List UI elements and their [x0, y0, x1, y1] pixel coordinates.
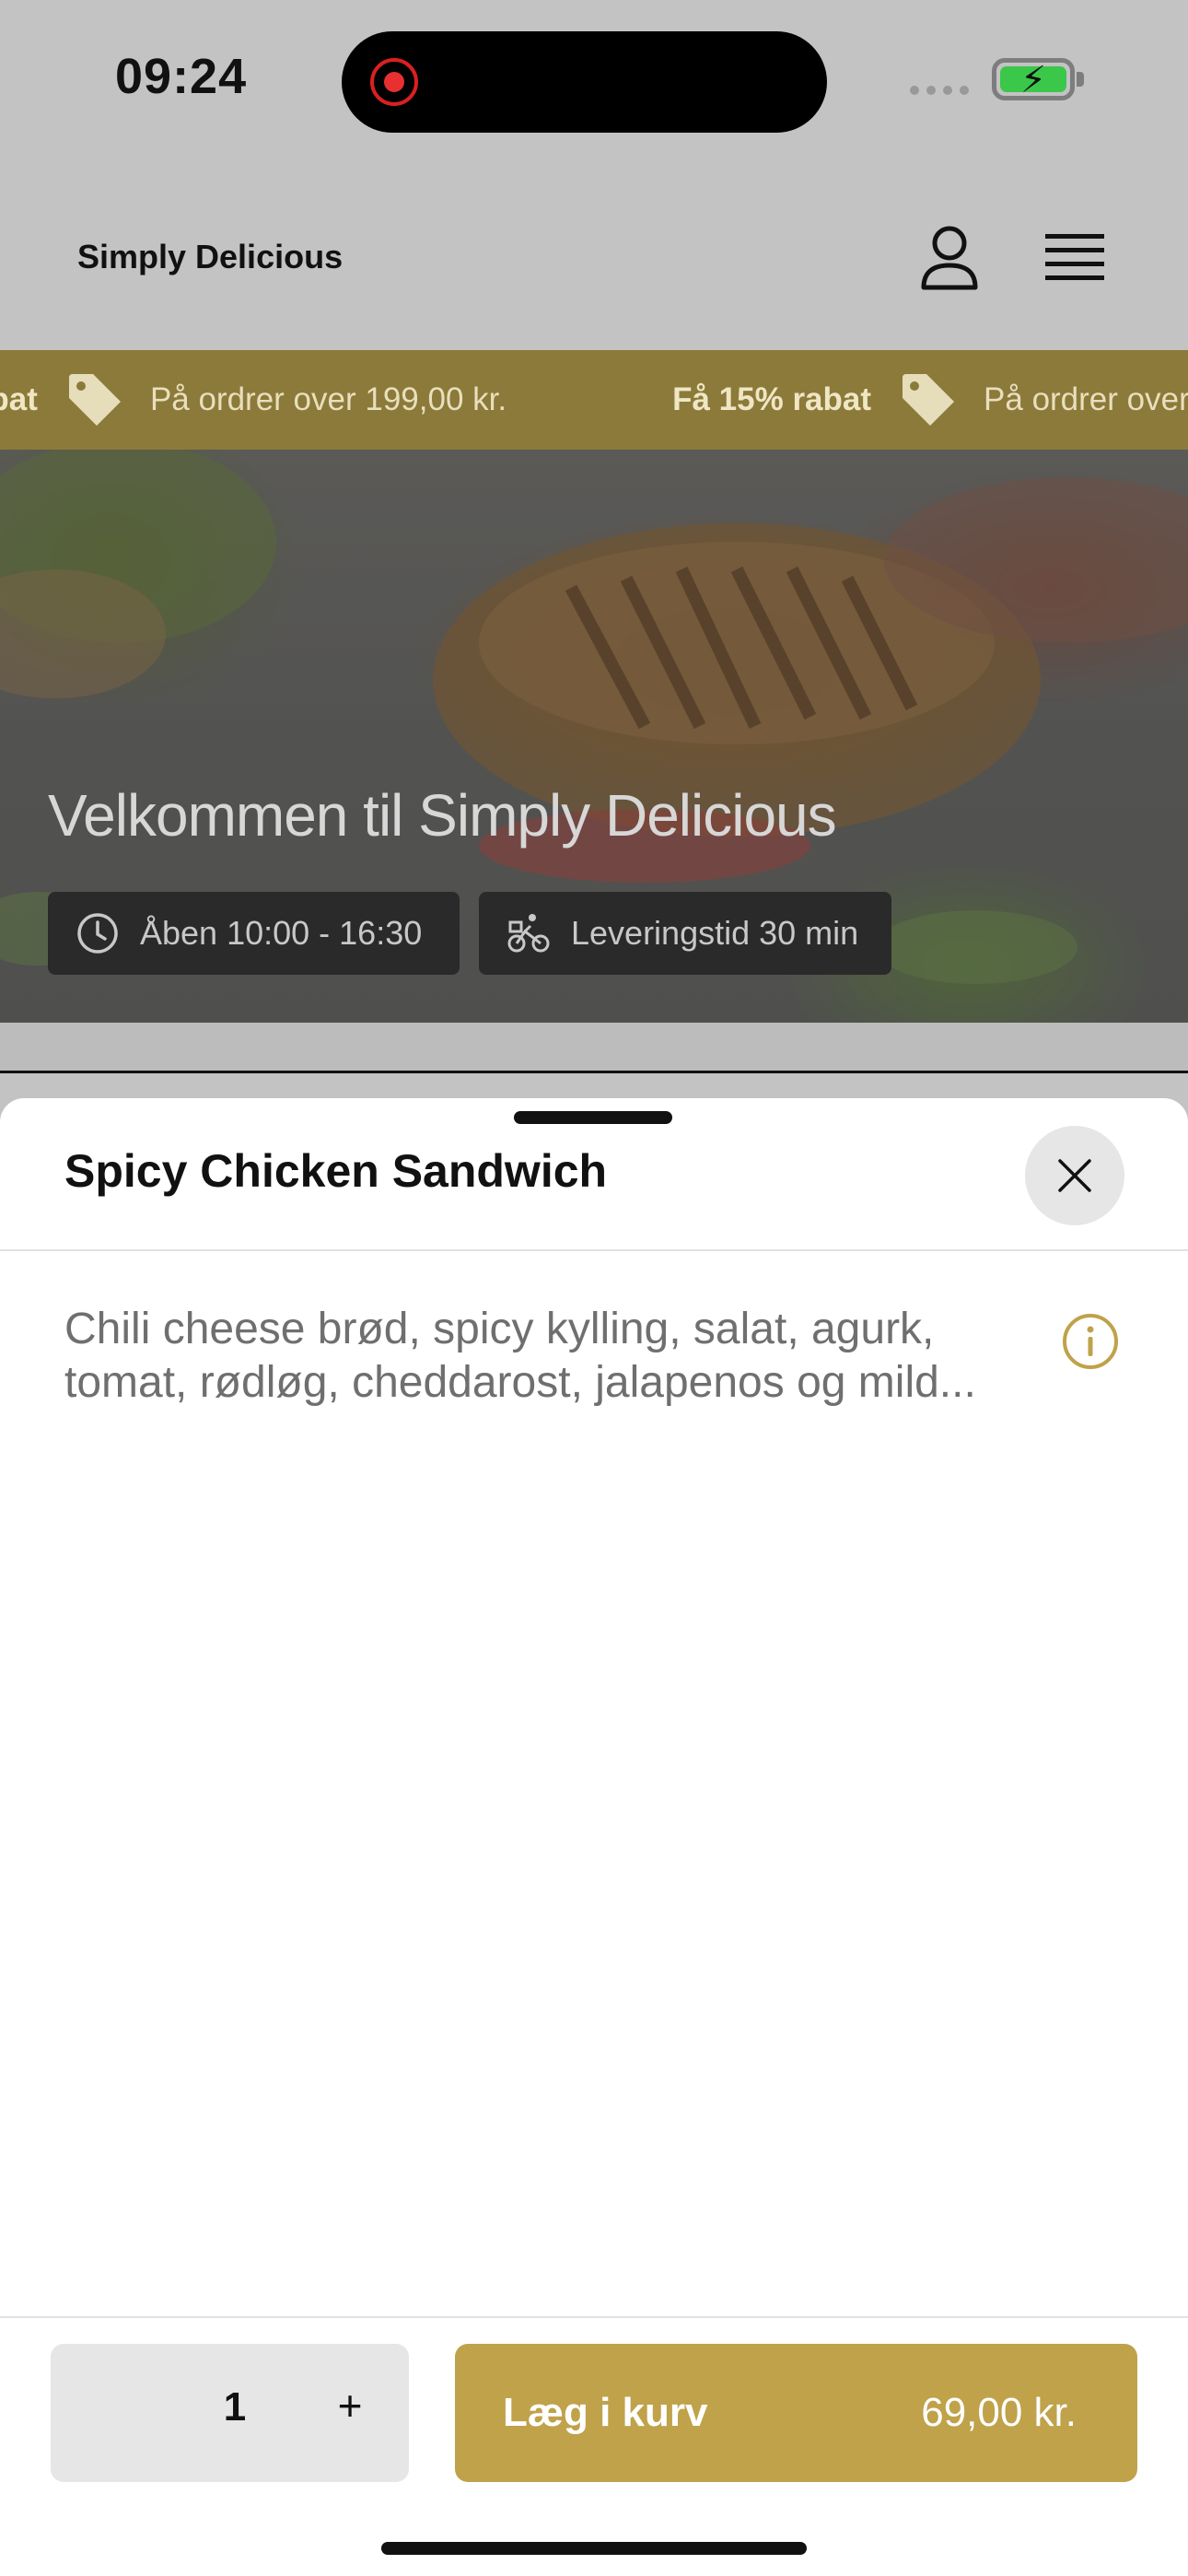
promo-item: Få 15% rabat På ordrer over 199,00 kr. — [672, 370, 1188, 429]
promo-banner: Få 15% rabat På ordrer over 199,00 kr. F… — [0, 350, 1188, 450]
opening-hours-badge: Åben 10:00 - 16:30 — [48, 892, 460, 975]
screen-record-icon — [370, 58, 418, 106]
sheet-divider — [0, 1249, 1188, 1251]
clock-icon — [77, 913, 118, 954]
cellular-signal-icon — [910, 86, 969, 95]
add-to-cart-price: 69,00 kr. — [921, 2390, 1077, 2435]
tag-icon — [68, 374, 121, 426]
add-to-cart-label: Læg i kurv — [503, 2390, 708, 2435]
opening-hours-text: Åben 10:00 - 16:30 — [140, 914, 423, 952]
product-title: Spicy Chicken Sandwich — [64, 1145, 608, 1197]
info-icon[interactable] — [1061, 1312, 1120, 1371]
charging-bolt-icon: ⚡ — [1020, 60, 1047, 100]
status-time: 09:24 — [115, 49, 248, 104]
status-bar: 09:24 ⚡ — [0, 0, 1188, 166]
battery-icon: ⚡ — [992, 58, 1075, 100]
close-button[interactable] — [1025, 1126, 1124, 1225]
promo-condition: På ordrer over 199,00 kr. — [149, 381, 507, 417]
promo-item: Få 15% rabat På ordrer over 199,00 kr. — [0, 370, 507, 429]
hero-title: Velkommen til Simply Delicious — [48, 782, 837, 849]
add-to-cart-button[interactable]: Læg i kurv 69,00 kr. — [455, 2344, 1137, 2482]
user-icon[interactable] — [919, 225, 980, 291]
quantity-stepper[interactable]: 1 + — [51, 2344, 409, 2482]
menu-icon[interactable] — [1045, 232, 1104, 284]
battery-nub — [1077, 72, 1084, 87]
product-sheet: Spicy Chicken Sandwich Chili cheese brød… — [0, 1098, 1188, 2576]
brand-name[interactable]: Simply Delicious — [77, 238, 343, 276]
tag-icon — [903, 374, 955, 426]
promo-discount: Få 15% rabat — [672, 381, 872, 417]
product-description: Chili cheese brød, spicy kylling, salat,… — [64, 1305, 976, 1407]
promo-discount: Få 15% rabat — [0, 381, 38, 417]
delivery-time-text: Leveringstid 30 min — [571, 914, 859, 952]
dynamic-island — [342, 31, 827, 133]
quantity-increase-button[interactable]: + — [327, 2381, 373, 2436]
close-icon — [1058, 1159, 1091, 1192]
hero-banner: Velkommen til Simply Delicious Åben 10:0… — [0, 450, 1188, 1023]
quantity-value: 1 — [223, 2384, 247, 2430]
sheet-grabber[interactable] — [514, 1111, 672, 1124]
app-header: Simply Delicious — [0, 166, 1188, 350]
bicycle-icon — [507, 914, 550, 953]
delivery-time-badge: Leveringstid 30 min — [479, 892, 891, 975]
home-indicator — [381, 2542, 807, 2555]
section-gap — [0, 1023, 1188, 1073]
promo-condition: På ordrer over 199,00 kr. — [984, 381, 1188, 417]
footer-divider — [0, 2316, 1188, 2318]
